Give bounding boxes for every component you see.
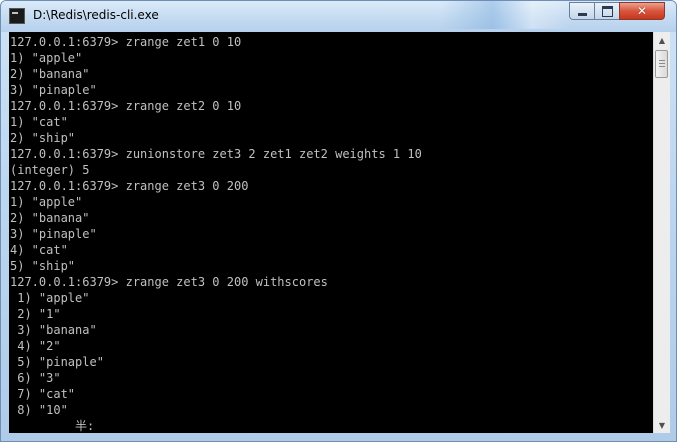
maximize-button[interactable]	[594, 2, 620, 20]
console-line: 127.0.0.1:6379> zrange zet2 0 10	[10, 99, 242, 113]
console-line: 127.0.0.1:6379> zunionstore zet3 2 zet1 …	[10, 147, 422, 161]
thumb-grip-line	[659, 60, 665, 61]
close-icon: ✕	[636, 4, 648, 18]
maximize-icon	[601, 5, 613, 17]
thumb-grip-line	[659, 66, 665, 67]
console-line: 3) "banana"	[10, 323, 97, 337]
console-line: 1) "cat"	[10, 115, 68, 129]
scroll-down-arrow-icon[interactable]: ▼	[654, 417, 670, 433]
console-line: 半:	[10, 419, 95, 433]
close-button[interactable]: ✕	[619, 2, 665, 20]
console-line: 2) "ship"	[10, 131, 76, 145]
console-line: (integer) 5	[10, 163, 90, 177]
console-line: 5) "pinaple"	[10, 355, 104, 369]
title-bar-glass	[441, 1, 571, 29]
console-line: 1) "apple"	[10, 195, 83, 209]
title-bar[interactable]: D:\Redis\redis-cli.exe ✕	[1, 1, 676, 32]
console-icon[interactable]	[9, 8, 25, 24]
console-line: 127.0.0.1:6379> zrange zet3 0 200 withsc…	[10, 275, 328, 289]
console-line: 8) "10"	[10, 403, 68, 417]
console-line: 5) "ship"	[10, 259, 76, 273]
console-line: 3) "pinaple"	[10, 227, 97, 241]
console-text: 127.0.0.1:6379> zrange zet1 0 10 1) "appl…	[9, 32, 653, 433]
console-line: 3) "pinaple"	[10, 83, 97, 97]
console-line: 4) "cat"	[10, 243, 68, 257]
console-window: D:\Redis\redis-cli.exe ✕ 127.0.0.1:6379>…	[0, 0, 677, 442]
console-line: 2) "banana"	[10, 211, 90, 225]
console-output[interactable]: 127.0.0.1:6379> zrange zet1 0 10 1) "appl…	[9, 32, 653, 433]
console-line: 1) "apple"	[10, 51, 83, 65]
console-line: 7) "cat"	[10, 387, 76, 401]
minimize-button[interactable]	[569, 2, 595, 20]
console-line: 127.0.0.1:6379> zrange zet3 0 200	[10, 179, 249, 193]
scroll-up-arrow-icon[interactable]: ▲	[654, 32, 670, 48]
vertical-scrollbar[interactable]: ▲ ▼	[653, 32, 670, 433]
console-line: 2) "1"	[10, 307, 61, 321]
console-line: 2) "banana"	[10, 67, 90, 81]
minimize-icon	[577, 12, 587, 16]
console-line: 1) "apple"	[10, 291, 90, 305]
scrollbar-thumb[interactable]	[655, 50, 668, 78]
console-line: 6) "3"	[10, 371, 61, 385]
console-line: 4) "2"	[10, 339, 61, 353]
console-line: 127.0.0.1:6379> zrange zet1 0 10	[10, 35, 242, 49]
window-title: D:\Redis\redis-cli.exe	[33, 8, 159, 22]
thumb-grip-line	[659, 63, 665, 64]
